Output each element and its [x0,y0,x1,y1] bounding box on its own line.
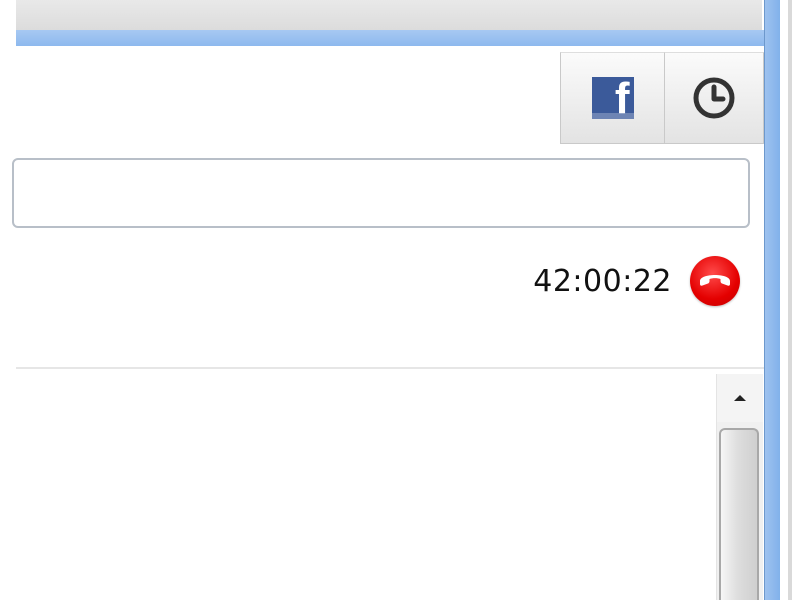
message-list [16,369,764,600]
facebook-tab-button[interactable]: f [560,52,664,144]
desktop: f 42:00:22 [0,0,800,600]
desktop-edge [780,0,800,600]
call-timer: 42:00:22 [533,263,672,299]
window-frame-right [764,0,781,600]
phone-hangup-icon [698,269,732,294]
chat-window: f 42:00:22 [12,46,764,600]
facebook-icon: f [591,74,634,123]
scroll-up-arrow-icon [733,389,747,407]
window-frame-top [16,30,780,46]
scroll-up-button[interactable] [717,374,763,422]
vertical-scrollbar[interactable] [716,374,763,600]
call-status-bar: 42:00:22 [533,256,740,306]
history-tab-button[interactable] [664,52,764,144]
facebook-glyph: f [614,74,630,123]
clock-icon [692,76,736,120]
message-input[interactable] [12,158,750,228]
parent-window-chrome [16,0,762,31]
scrollbar-thumb[interactable] [719,428,759,600]
hangup-button[interactable] [690,256,740,306]
